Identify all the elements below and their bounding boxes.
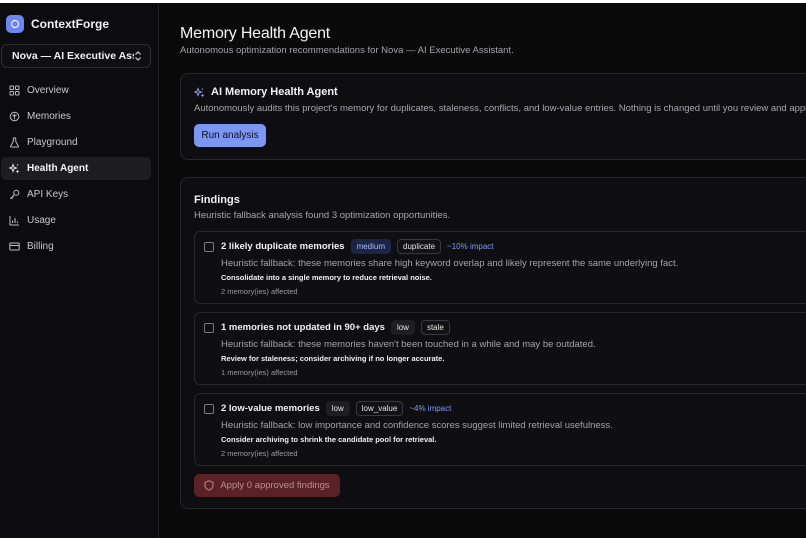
finding-item-low-value: 2 low-value memories low low_value ~4% i… xyxy=(194,393,806,466)
flask-icon xyxy=(10,137,19,148)
sidebar-item-usage[interactable]: Usage xyxy=(1,209,151,232)
finding-description: Heuristic fallback: these memories haven… xyxy=(221,339,596,350)
sidebar-item-playground[interactable]: Playground xyxy=(1,131,151,154)
finding-title: 2 likely duplicate memories xyxy=(221,240,345,252)
project-selector[interactable]: Nova — AI Executive Assi... xyxy=(1,44,151,68)
sidebar-item-api-keys[interactable]: API Keys xyxy=(1,183,151,206)
finding-header: 2 low-value memories low low_value ~4% i… xyxy=(221,400,451,416)
chart-icon xyxy=(9,216,19,226)
type-badge: stale xyxy=(420,319,450,335)
type-badge: duplicate xyxy=(397,238,442,254)
findings-title: Findings xyxy=(194,194,240,206)
severity-badge: low xyxy=(390,319,415,335)
type-badge: low_value xyxy=(355,400,404,416)
finding-affected-count: 2 memory(ies) affected xyxy=(221,287,298,296)
brand-name: ContextForge xyxy=(31,17,109,31)
page-title: Memory Health Agent xyxy=(180,25,331,42)
finding-recommendation: Consider archiving to shrink the candida… xyxy=(221,435,437,444)
sidebar-item-label: Billing xyxy=(27,241,54,252)
findings-card: Findings Heuristic fallback analysis fou… xyxy=(180,177,806,509)
finding-affected-count: 1 memory(ies) affected xyxy=(221,368,298,377)
sidebar-item-health-agent[interactable]: Health Agent xyxy=(1,157,151,180)
brand[interactable]: ContextForge xyxy=(6,14,109,34)
sidebar-item-label: Health Agent xyxy=(27,163,89,174)
brand-logo-icon xyxy=(6,15,24,33)
finding-header: 2 likely duplicate memories medium dupli… xyxy=(221,238,494,254)
finding-affected-count: 2 memory(ies) affected xyxy=(221,449,298,458)
sidebar-item-label: Usage xyxy=(27,215,56,226)
main-content: Memory Health Agent Autonomous optimizat… xyxy=(160,3,806,538)
finding-approve-checkbox[interactable] xyxy=(204,404,214,414)
finding-description: Heuristic fallback: these memories share… xyxy=(221,258,679,269)
sidebar: ContextForge Nova — AI Executive Assi...… xyxy=(0,3,159,538)
finding-title: 1 memories not updated in 90+ days xyxy=(221,321,385,333)
sidebar-item-label: Playground xyxy=(27,137,78,148)
apply-findings-label: Apply 0 approved findings xyxy=(220,480,330,491)
sidebar-nav: Overview Memories Playground Health Agen… xyxy=(1,79,151,261)
card-icon xyxy=(9,242,20,251)
sidebar-item-memories[interactable]: Memories xyxy=(1,105,151,128)
finding-approve-checkbox[interactable] xyxy=(204,242,214,252)
findings-subtitle: Heuristic fallback analysis found 3 opti… xyxy=(194,210,451,221)
agent-header: AI Memory Health Agent xyxy=(194,86,338,98)
sidebar-item-label: API Keys xyxy=(27,189,69,200)
sidebar-item-label: Memories xyxy=(27,111,71,122)
sparkles-icon xyxy=(9,163,20,174)
sidebar-item-label: Overview xyxy=(27,85,69,96)
finding-recommendation: Consolidate into a single memory to redu… xyxy=(221,273,432,282)
chevron-up-down-icon xyxy=(134,51,142,61)
project-name: Nova — AI Executive Assi... xyxy=(12,50,134,62)
impact-label: ~10% impact xyxy=(447,241,494,251)
finding-recommendation: Review for staleness; consider archiving… xyxy=(221,354,445,363)
health-agent-card: AI Memory Health Agent Autonomously audi… xyxy=(180,73,806,160)
run-analysis-button[interactable]: Run analysis xyxy=(194,124,266,147)
finding-header: 1 memories not updated in 90+ days low s… xyxy=(221,319,450,335)
grid-icon xyxy=(9,85,20,96)
page-subtitle: Autonomous optimization recommendations … xyxy=(180,45,514,56)
finding-approve-checkbox[interactable] xyxy=(204,323,214,333)
apply-findings-button[interactable]: Apply 0 approved findings xyxy=(194,474,340,497)
sparkles-icon xyxy=(194,86,205,97)
agent-description: Autonomously audits this project's memor… xyxy=(194,103,806,114)
impact-label: ~4% impact xyxy=(409,403,452,413)
severity-badge: low xyxy=(325,400,350,416)
memory-icon xyxy=(9,111,20,122)
sidebar-item-overview[interactable]: Overview xyxy=(1,79,151,102)
finding-item-stale: 1 memories not updated in 90+ days low s… xyxy=(194,312,806,385)
sidebar-item-billing[interactable]: Billing xyxy=(1,235,151,258)
agent-title: AI Memory Health Agent xyxy=(211,86,338,98)
finding-title: 2 low-value memories xyxy=(221,402,320,414)
finding-description: Heuristic fallback: low importance and c… xyxy=(221,420,613,431)
key-icon xyxy=(9,189,20,200)
shield-icon xyxy=(204,480,214,491)
severity-badge: medium xyxy=(350,238,392,254)
finding-item-duplicate: 2 likely duplicate memories medium dupli… xyxy=(194,231,806,304)
